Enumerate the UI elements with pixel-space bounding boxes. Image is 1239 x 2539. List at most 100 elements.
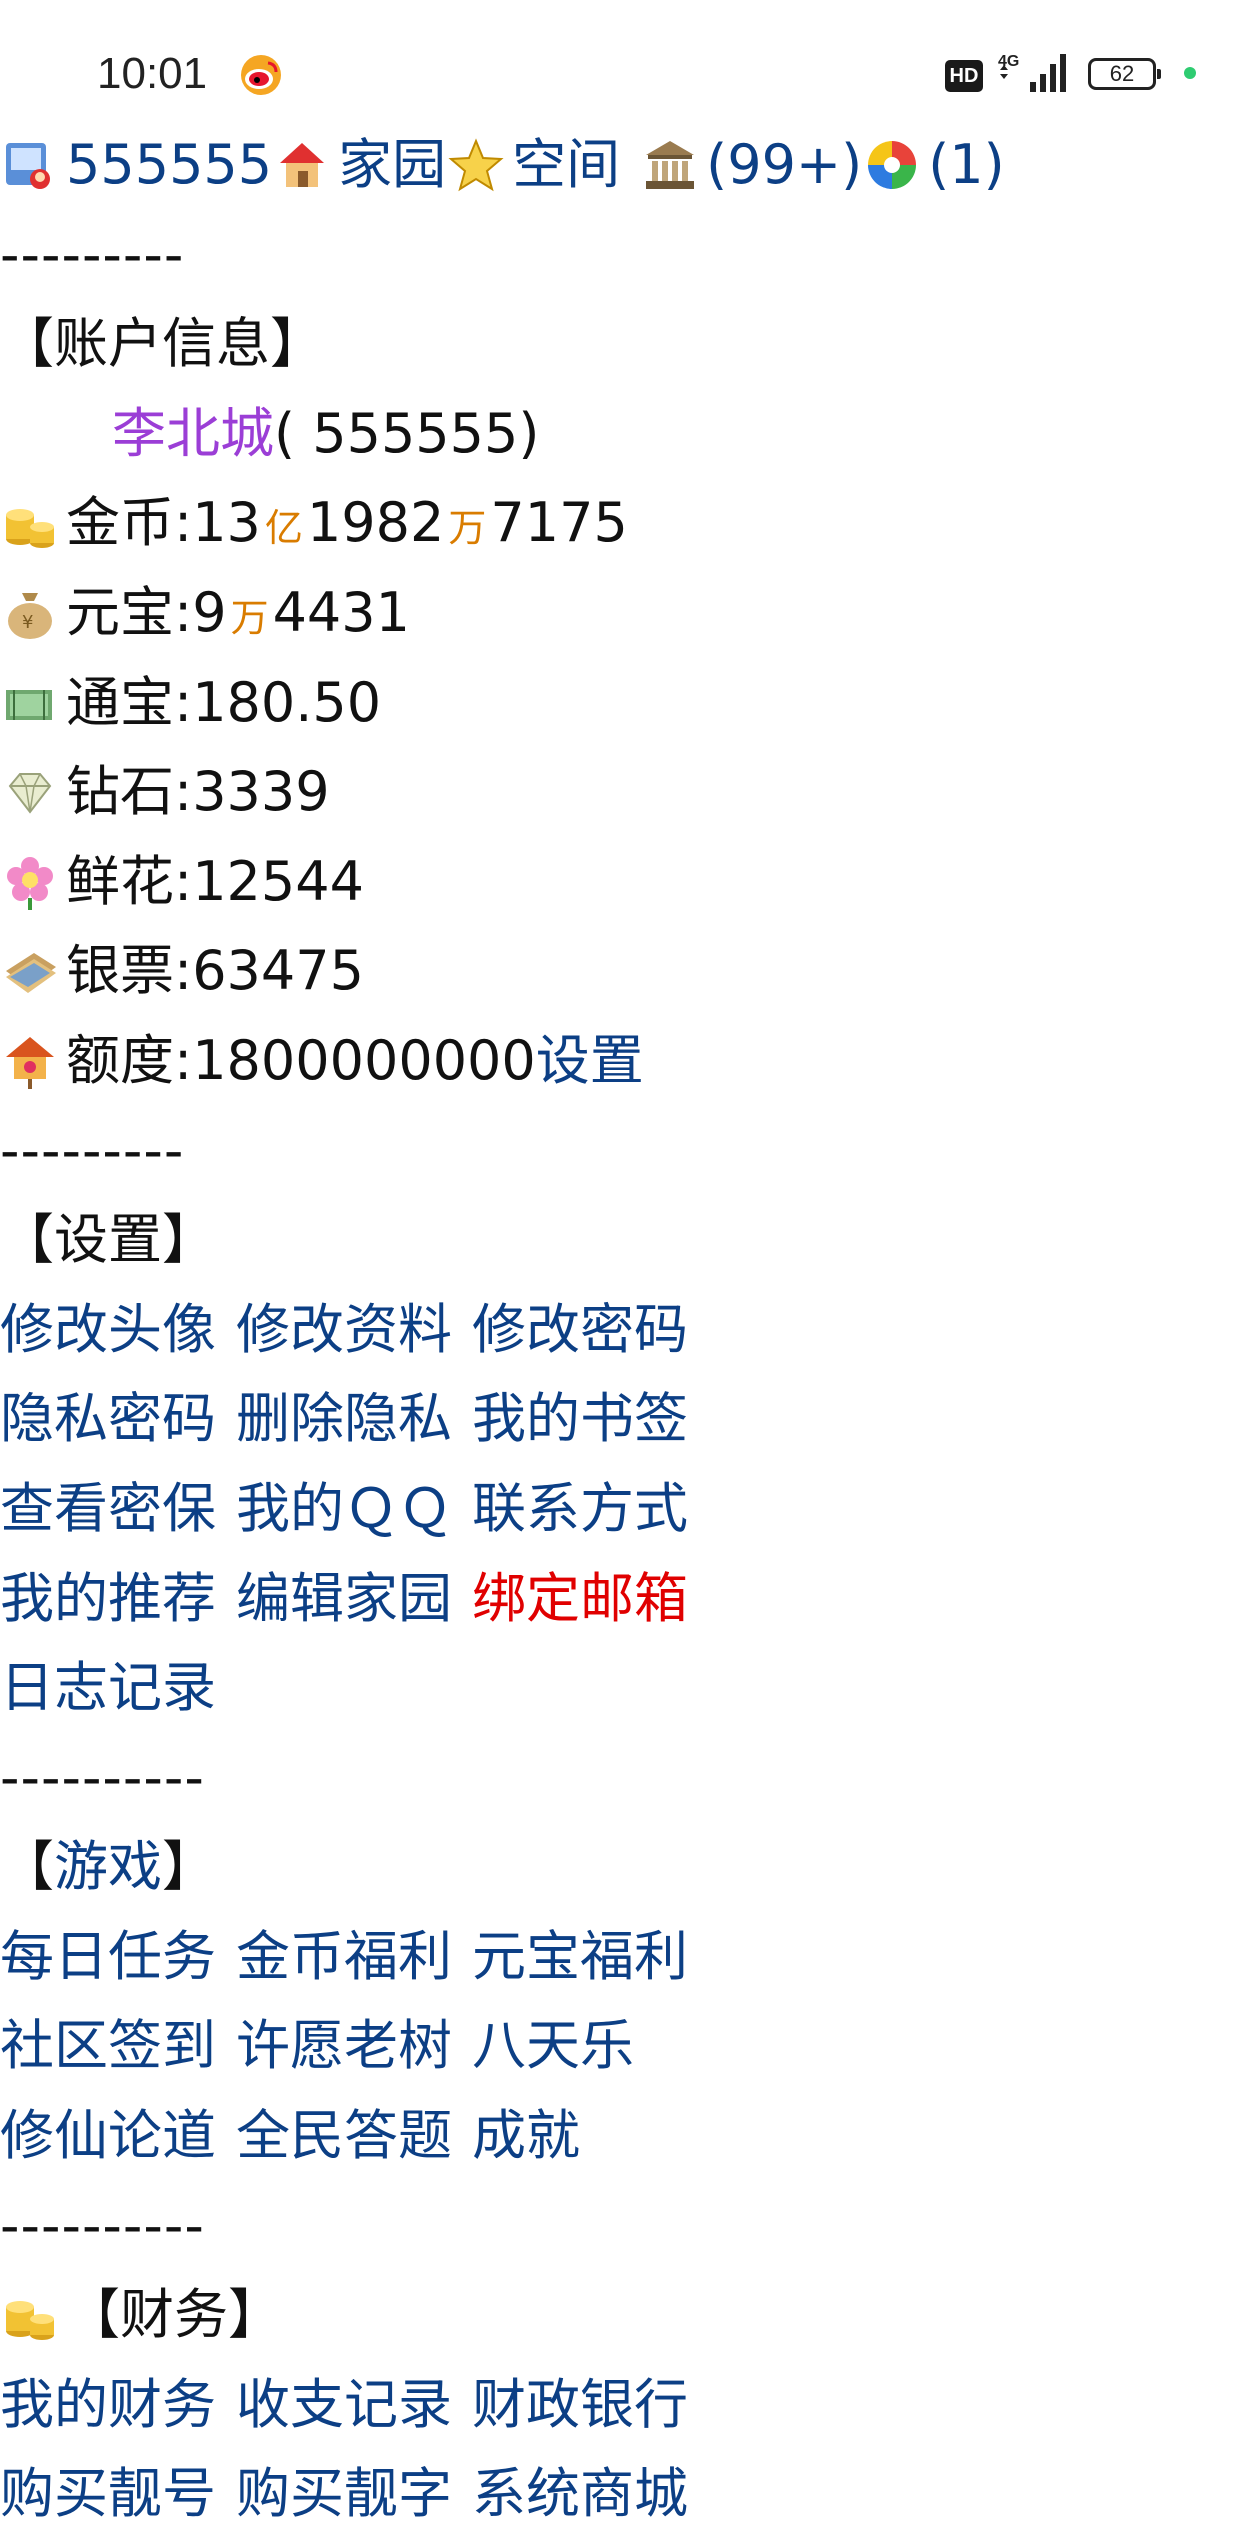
account-id: ( 555555): [274, 401, 540, 465]
games-row-3: 修仙论道 全民答题 成就: [0, 2091, 1239, 2181]
diamond-text: 钻石:3339: [66, 760, 330, 824]
clock-time: 10:01: [97, 49, 208, 98]
diamond-icon: [0, 762, 60, 822]
username-link[interactable]: 李北城: [112, 389, 274, 479]
buy-vanity-number-link[interactable]: 购买靓号: [0, 2449, 216, 2539]
quota-settings-link[interactable]: 设置: [536, 1016, 644, 1106]
gold-label: 金币:: [66, 491, 193, 555]
gold-row: 金币: 13 亿 1982 万 7175: [0, 478, 1239, 568]
signal-icon: 4G: [996, 50, 1072, 94]
messages-link[interactable]: (99+): [706, 120, 862, 210]
notifications-link[interactable]: (1): [928, 120, 1005, 210]
tongbao-text: 通宝:180.50: [66, 670, 382, 734]
space-link[interactable]: 空间: [512, 120, 620, 210]
status-bar: 10:01 HD 4G 62: [0, 0, 1239, 140]
colorful-pinwheel-icon: [862, 135, 922, 195]
privacy-password-link[interactable]: 隐私密码: [0, 1374, 216, 1464]
user-id-link[interactable]: 555555: [66, 120, 272, 210]
quota-text: 额度:1800000000: [66, 1028, 536, 1092]
star-icon: [446, 135, 506, 195]
finance-row-2: 购买靓号 购买靓字 系统商城: [0, 2449, 1239, 2539]
achievements-link[interactable]: 成就: [472, 2091, 580, 2181]
gold-unit-2: 万: [448, 506, 487, 551]
change-avatar-link[interactable]: 修改头像: [0, 1285, 216, 1375]
community-checkin-link[interactable]: 社区签到: [0, 2001, 216, 2091]
divider: ----------: [0, 1745, 205, 1809]
buy-vanity-char-link[interactable]: 购买靓字: [236, 2449, 452, 2539]
flower-text: 鲜花:12544: [66, 849, 364, 913]
divider: ----------: [0, 2193, 205, 2257]
delete-privacy-link[interactable]: 删除隐私: [236, 1374, 452, 1464]
quiz-link[interactable]: 全民答题: [236, 2091, 452, 2181]
my-finance-link[interactable]: 我的财务: [0, 2360, 216, 2450]
hd-icon: HD: [945, 60, 983, 92]
battery-indicator: 62: [1088, 58, 1161, 90]
bind-email-link[interactable]: 绑定邮箱: [472, 1554, 688, 1644]
svg-text:4G: 4G: [998, 53, 1019, 70]
settings-heading: 【设置】: [0, 1208, 216, 1272]
my-bookmarks-link[interactable]: 我的书签: [472, 1374, 688, 1464]
tongbao-row: 通宝:180.50: [0, 658, 1239, 748]
settings-row-2: 隐私密码 删除隐私 我的书签: [0, 1374, 1239, 1464]
wishing-tree-link[interactable]: 许愿老树: [236, 2001, 452, 2091]
log-records-link[interactable]: 日志记录: [0, 1643, 216, 1733]
finance-row-1: 我的财务 收支记录 财政银行: [0, 2360, 1239, 2450]
account-user-row: 李北城 ( 555555): [0, 389, 1239, 479]
money-bag-icon: ¥: [0, 583, 60, 643]
banknote-row: 银票:63475: [0, 926, 1239, 1016]
system-store-link[interactable]: 系统商城: [472, 2449, 688, 2539]
games-row-1: 每日任务 金币福利 元宝福利: [0, 1912, 1239, 2002]
yuanbao-unit-1: 万: [230, 595, 269, 640]
top-nav: 555555 家园 空间 (99+) (1): [0, 120, 1239, 210]
gold-coins-icon: [0, 2285, 60, 2345]
edit-profile-link[interactable]: 修改资料: [236, 1285, 452, 1375]
finance-heading-row: 【财务】: [0, 2270, 1239, 2360]
gold-value-3: 7175: [490, 491, 628, 555]
privacy-dot: [1184, 67, 1196, 79]
gold-unit-1: 亿: [264, 506, 303, 551]
diamond-row: 钻石:3339: [0, 747, 1239, 837]
yuanbao-bonus-link[interactable]: 元宝福利: [472, 1912, 688, 2002]
gold-value-1: 13: [192, 491, 261, 555]
cash-stack-icon: [0, 672, 60, 732]
user-profile-icon: [0, 135, 60, 195]
divider: ---------: [0, 222, 185, 286]
my-referrals-link[interactable]: 我的推荐: [0, 1554, 216, 1644]
yuanbao-value-1: 9: [192, 580, 227, 644]
main-content: 555555 家园 空间 (99+) (1) --------- 【账户信息】 …: [0, 120, 1239, 2539]
change-password-link[interactable]: 修改密码: [472, 1285, 688, 1375]
treasury-bank-link[interactable]: 财政银行: [472, 2360, 688, 2450]
svg-text:¥: ¥: [22, 612, 33, 633]
banknote-text: 银票:63475: [66, 939, 364, 1003]
cultivation-link[interactable]: 修仙论道: [0, 2091, 216, 2181]
my-qq-link[interactable]: 我的ＱＱ: [236, 1464, 452, 1554]
yuanbao-label: 元宝:: [66, 580, 193, 644]
settings-row-1: 修改头像 修改资料 修改密码: [0, 1285, 1239, 1375]
gold-value-2: 1982: [306, 491, 445, 555]
settings-row-4: 我的推荐 编辑家园 绑定邮箱: [0, 1554, 1239, 1644]
gold-bonus-link[interactable]: 金币福利: [236, 1912, 452, 2002]
home-link[interactable]: 家园: [338, 120, 446, 210]
gold-coins-icon: [0, 493, 60, 553]
eight-days-link[interactable]: 八天乐: [472, 2001, 634, 2091]
daily-tasks-link[interactable]: 每日任务: [0, 1912, 216, 2002]
settings-row-3: 查看密保 我的ＱＱ 联系方式: [0, 1464, 1239, 1554]
contact-info-link[interactable]: 联系方式: [472, 1464, 688, 1554]
games-heading: 【 游戏 】: [0, 1822, 1239, 1912]
bank-building-icon: [640, 135, 700, 195]
finance-heading: 【财务】: [66, 2283, 282, 2347]
games-heading-link[interactable]: 游戏: [54, 1822, 162, 1912]
transactions-link[interactable]: 收支记录: [236, 2360, 452, 2450]
weibo-icon: [238, 54, 284, 96]
home-icon: [272, 135, 332, 195]
edit-home-link[interactable]: 编辑家园: [236, 1554, 452, 1644]
account-heading: 【账户信息】: [0, 312, 324, 376]
flower-icon: [0, 852, 60, 912]
birdhouse-icon: [0, 1031, 60, 1091]
yuanbao-value-2: 4431: [272, 580, 411, 644]
quota-row: 额度:1800000000 设置: [0, 1016, 1239, 1106]
banknote-icon: [0, 941, 60, 1001]
view-security-link[interactable]: 查看密保: [0, 1464, 216, 1554]
games-heading-close: 】: [162, 1835, 216, 1899]
settings-row-5: 日志记录: [0, 1643, 1239, 1733]
